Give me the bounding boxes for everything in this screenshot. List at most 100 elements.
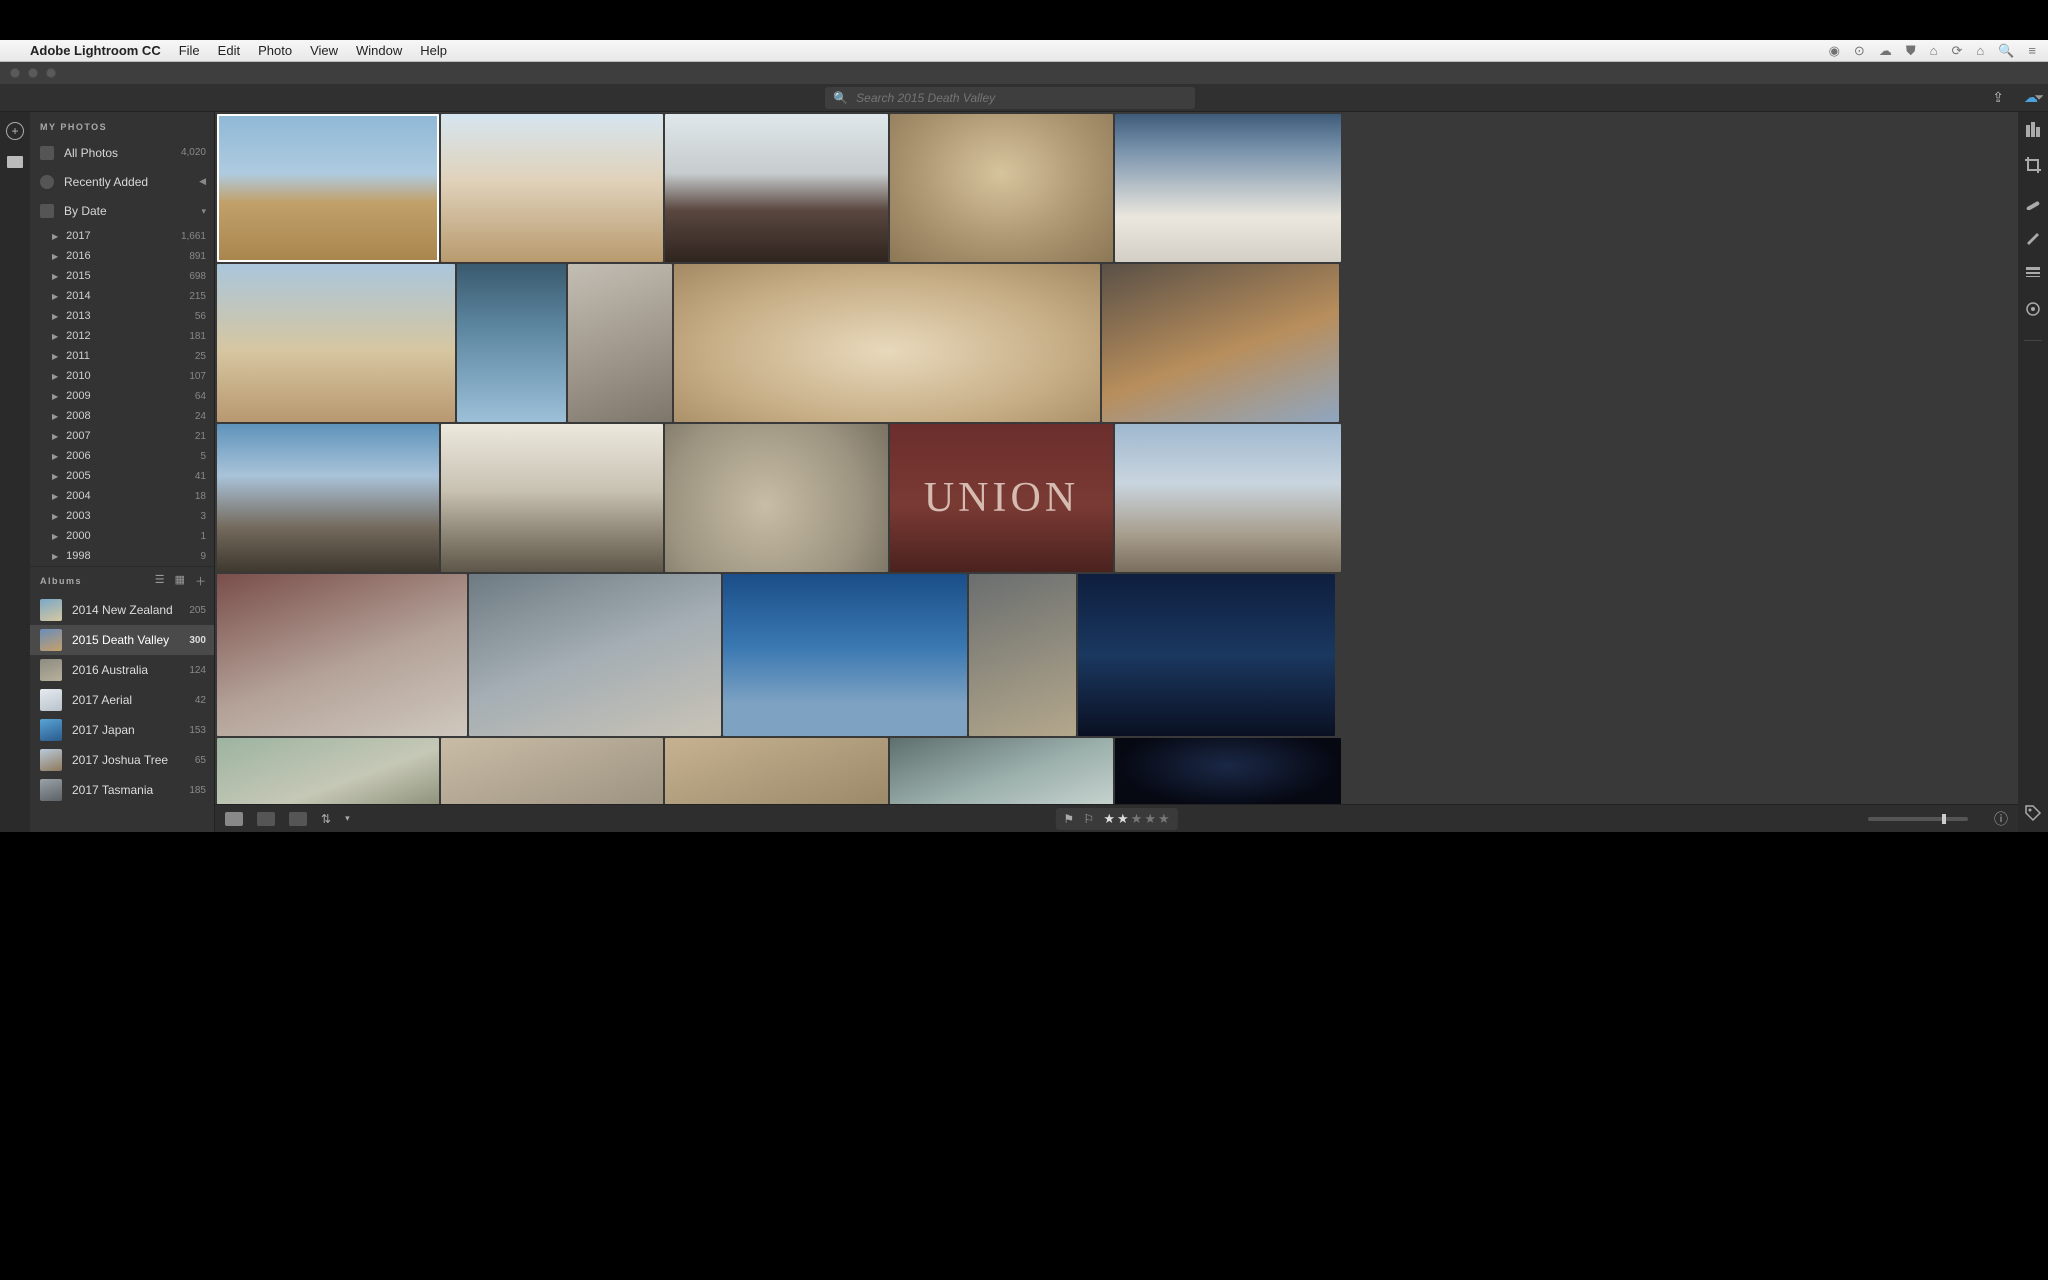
photo-thumbnail[interactable]: [1078, 574, 1335, 736]
photo-thumbnail[interactable]: [441, 114, 663, 262]
menu-file[interactable]: File: [179, 43, 200, 58]
album-row[interactable]: 2014 New Zealand205: [30, 595, 214, 625]
crop-icon[interactable]: [2024, 156, 2042, 174]
close-window-button[interactable]: [10, 68, 20, 78]
photo-thumbnail[interactable]: [1102, 264, 1339, 422]
photo-thumbnail[interactable]: [969, 574, 1076, 736]
star-4[interactable]: ★: [1144, 811, 1156, 827]
year-row[interactable]: ▶200418: [30, 486, 214, 506]
menu-view[interactable]: View: [310, 43, 338, 58]
share-icon[interactable]: ⇪: [1992, 89, 2004, 106]
photo-thumbnail[interactable]: [665, 424, 888, 572]
all-photos-row[interactable]: All Photos 4,020: [30, 138, 214, 167]
photo-thumbnail[interactable]: [1115, 738, 1341, 804]
year-row[interactable]: ▶2016891: [30, 246, 214, 266]
brush-icon[interactable]: [2024, 228, 2042, 246]
photo-thumbnail[interactable]: [441, 738, 663, 804]
recently-added-row[interactable]: Recently Added ◀: [30, 167, 214, 196]
year-row[interactable]: ▶201125: [30, 346, 214, 366]
cloud-sync-icon[interactable]: ☁: [2024, 89, 2038, 106]
tray-icon[interactable]: ☁: [1879, 43, 1892, 59]
info-icon[interactable]: ⓘ: [1994, 809, 2008, 829]
photo-thumbnail[interactable]: UNION: [890, 424, 1113, 572]
year-row[interactable]: ▶2015698: [30, 266, 214, 286]
photo-thumbnail[interactable]: [665, 738, 888, 804]
year-row[interactable]: ▶200824: [30, 406, 214, 426]
photo-thumbnail[interactable]: [217, 738, 439, 804]
album-row[interactable]: 2015 Death Valley300: [30, 625, 214, 655]
photo-thumbnail[interactable]: [1115, 424, 1341, 572]
photo-thumbnail[interactable]: [890, 114, 1113, 262]
keywords-icon[interactable]: [2024, 804, 2042, 822]
photo-thumbnail[interactable]: [723, 574, 967, 736]
photo-thumbnail[interactable]: [217, 574, 467, 736]
edit-panel-icon[interactable]: [2024, 120, 2042, 138]
flag-reject-icon[interactable]: ⚐: [1083, 812, 1097, 826]
year-row[interactable]: ▶2010107: [30, 366, 214, 386]
star-2[interactable]: ★: [1117, 811, 1129, 827]
photo-thumbnail[interactable]: [665, 114, 888, 262]
photo-thumbnail[interactable]: [469, 574, 721, 736]
add-photos-button[interactable]: +: [6, 122, 24, 140]
square-grid-view-button[interactable]: [257, 812, 275, 826]
tray-icon[interactable]: ⟳: [1951, 43, 1962, 59]
photo-thumbnail[interactable]: [568, 264, 672, 422]
star-1[interactable]: ★: [1103, 811, 1115, 827]
year-row[interactable]: ▶2014215: [30, 286, 214, 306]
search-input[interactable]: [856, 91, 1187, 105]
albums-list-view-icon[interactable]: ☰: [155, 573, 165, 589]
tray-icon[interactable]: ⌂: [1976, 43, 1984, 58]
search-field[interactable]: 🔍: [825, 87, 1195, 109]
album-row[interactable]: 2017 Aerial42: [30, 685, 214, 715]
detail-view-button[interactable]: [289, 812, 307, 826]
minimize-window-button[interactable]: [28, 68, 38, 78]
year-row[interactable]: ▶200964: [30, 386, 214, 406]
year-row[interactable]: ▶20033: [30, 506, 214, 526]
album-row[interactable]: 2017 Joshua Tree65: [30, 745, 214, 775]
photo-thumbnail[interactable]: [674, 264, 1100, 422]
year-row[interactable]: ▶19989: [30, 546, 214, 566]
grid-view-button[interactable]: [225, 812, 243, 826]
my-photos-rail-icon[interactable]: [7, 156, 23, 168]
zoom-window-button[interactable]: [46, 68, 56, 78]
photo-thumbnail[interactable]: [457, 264, 566, 422]
year-row[interactable]: ▶2012181: [30, 326, 214, 346]
album-row[interactable]: 2016 Australia124: [30, 655, 214, 685]
tray-menu-icon[interactable]: ≡: [2028, 43, 2036, 58]
sort-icon[interactable]: ⇅: [321, 812, 331, 826]
menu-window[interactable]: Window: [356, 43, 402, 58]
tray-icon[interactable]: ◉: [1829, 43, 1840, 59]
tray-icon[interactable]: ⊙: [1854, 43, 1865, 59]
tray-icon[interactable]: ⛊: [1906, 43, 1916, 59]
sort-direction-icon[interactable]: ▾: [345, 813, 350, 824]
tray-dropbox-icon[interactable]: ⌂: [1930, 43, 1938, 58]
add-album-icon[interactable]: ＋: [195, 573, 206, 589]
app-name[interactable]: Adobe Lightroom CC: [30, 43, 161, 58]
photo-thumbnail[interactable]: [217, 264, 455, 422]
radial-gradient-icon[interactable]: [2024, 300, 2042, 318]
by-date-row[interactable]: By Date ▾: [30, 196, 214, 226]
photo-thumbnail[interactable]: [217, 114, 439, 262]
flag-pick-icon[interactable]: ⚑: [1063, 812, 1077, 826]
menu-help[interactable]: Help: [420, 43, 447, 58]
menu-photo[interactable]: Photo: [258, 43, 292, 58]
healing-brush-icon[interactable]: [2024, 192, 2042, 210]
album-row[interactable]: 2017 Tasmania185: [30, 775, 214, 805]
linear-gradient-icon[interactable]: [2024, 264, 2042, 282]
photo-grid[interactable]: UNION: [215, 112, 2018, 804]
photo-thumbnail[interactable]: [441, 424, 663, 572]
photo-thumbnail[interactable]: [1115, 114, 1341, 262]
year-row[interactable]: ▶20065: [30, 446, 214, 466]
year-row[interactable]: ▶20001: [30, 526, 214, 546]
photo-thumbnail[interactable]: [890, 738, 1113, 804]
rating-stars[interactable]: ★★★★★: [1103, 811, 1169, 827]
star-3[interactable]: ★: [1131, 811, 1143, 827]
year-row[interactable]: ▶201356: [30, 306, 214, 326]
year-row[interactable]: ▶200721: [30, 426, 214, 446]
album-row[interactable]: 2017 Japan153: [30, 715, 214, 745]
star-5[interactable]: ★: [1158, 811, 1170, 827]
tray-spotlight-icon[interactable]: 🔍: [1998, 43, 2014, 59]
menu-edit[interactable]: Edit: [218, 43, 240, 58]
year-row[interactable]: ▶200541: [30, 466, 214, 486]
year-row[interactable]: ▶20171,661: [30, 226, 214, 246]
